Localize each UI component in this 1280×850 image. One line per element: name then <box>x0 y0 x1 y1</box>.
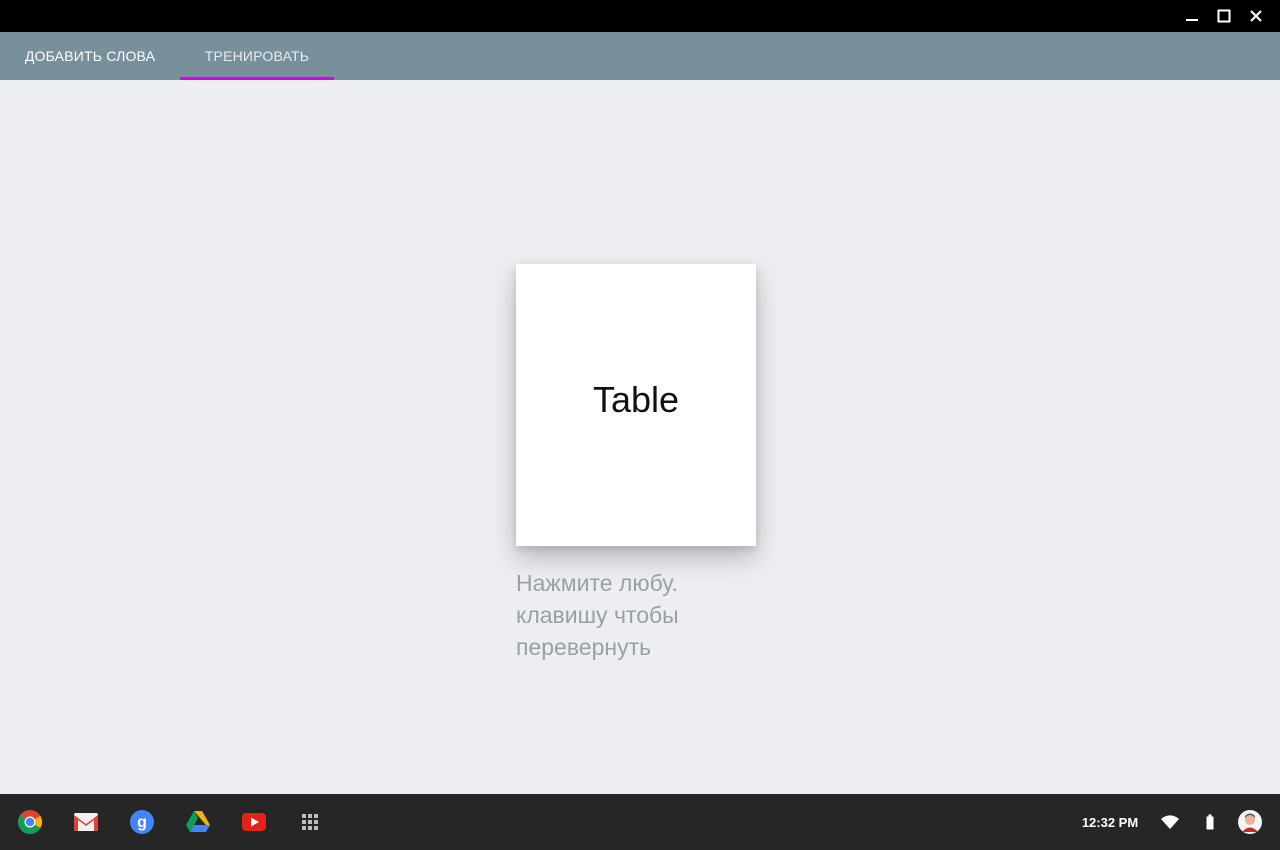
gmail-icon <box>74 813 98 831</box>
chrome-icon <box>18 810 43 835</box>
battery-status[interactable] <box>1198 810 1222 834</box>
drive-app[interactable] <box>182 806 214 838</box>
flashcard[interactable]: Table <box>516 264 756 546</box>
user-avatar[interactable] <box>1238 810 1262 834</box>
user-avatar-icon <box>1238 810 1262 834</box>
close-button[interactable] <box>1240 0 1272 32</box>
youtube-app[interactable] <box>238 806 270 838</box>
flip-hint-line: Нажмите любу. <box>516 570 678 596</box>
minimize-icon <box>1186 19 1198 21</box>
google-search-app[interactable]: g <box>126 806 158 838</box>
maximize-icon <box>1217 9 1231 23</box>
drive-icon <box>186 811 210 832</box>
chrome-app[interactable] <box>14 806 46 838</box>
svg-text:g: g <box>137 814 147 831</box>
window-titlebar <box>0 0 1280 32</box>
app-launcher-icon <box>302 814 318 830</box>
flip-hint: Нажмите любу. клавишу чтобы перевернуть <box>516 567 756 663</box>
app-launcher-button[interactable] <box>294 806 326 838</box>
close-icon <box>1250 10 1262 22</box>
maximize-button[interactable] <box>1208 0 1240 32</box>
flashcard-word: Table <box>592 379 680 420</box>
youtube-icon <box>242 813 266 831</box>
tab-bar: ДОБАВИТЬ СЛОВА ТРЕНИРОВАТЬ <box>0 32 1280 80</box>
shelf: g 12:32 PM <box>0 794 1280 850</box>
tab-train[interactable]: ТРЕНИРОВАТЬ <box>180 32 334 80</box>
main-content: Table Нажмите любу. клавишу чтобы переве… <box>0 80 1280 794</box>
flip-hint-line: перевернуть <box>516 634 652 660</box>
wifi-icon <box>1161 815 1179 829</box>
battery-icon <box>1206 814 1214 830</box>
tab-add-words[interactable]: ДОБАВИТЬ СЛОВА <box>0 32 180 80</box>
status-clock[interactable]: 12:32 PM <box>1070 794 1150 850</box>
wifi-status[interactable] <box>1158 810 1182 834</box>
minimize-button[interactable] <box>1176 0 1208 32</box>
flip-hint-line: клавишу чтобы <box>516 602 679 628</box>
google-search-icon: g <box>130 810 154 834</box>
gmail-app[interactable] <box>70 806 102 838</box>
